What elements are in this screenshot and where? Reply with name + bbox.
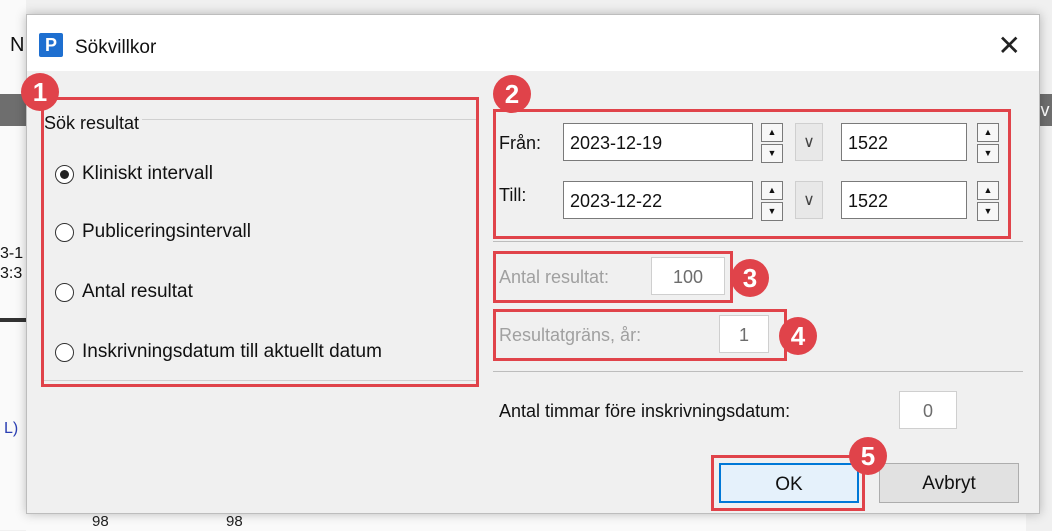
from-date-spinner[interactable]: ▲ ▼ <box>761 123 783 163</box>
badge-2: 2 <box>493 75 531 113</box>
separator <box>493 371 1023 372</box>
background-cell-1: 98 <box>92 513 109 530</box>
result-limit-input[interactable]: 1 <box>719 315 769 353</box>
background-fragment: 3-1 3:3 <box>0 244 23 284</box>
from-time-input[interactable]: 1522 <box>841 123 967 161</box>
search-result-group-label: Sök resultat <box>41 113 143 134</box>
background-fragment-2: 3:3 <box>0 265 23 282</box>
background-bottom-row: 98 98 <box>26 512 1026 531</box>
spin-up-icon[interactable]: ▲ <box>977 181 999 200</box>
badge-5: 5 <box>849 437 887 475</box>
spin-down-icon[interactable]: ▼ <box>761 144 783 163</box>
radio-unchecked-icon[interactable] <box>55 342 74 362</box>
radio-label: Antal resultat <box>82 281 193 302</box>
background-right-bar: v <box>1038 94 1052 126</box>
hours-before-input[interactable]: 0 <box>899 391 957 429</box>
to-time-input[interactable]: 1522 <box>841 181 967 219</box>
spin-up-icon[interactable]: ▲ <box>761 181 783 200</box>
to-time-spinner[interactable]: ▲ ▼ <box>977 181 999 221</box>
background-line <box>0 318 26 322</box>
background-cell-2: 98 <box>226 513 243 530</box>
close-icon[interactable]: ✕ <box>998 29 1021 62</box>
background-letter: N <box>10 34 25 56</box>
app-icon: P <box>39 33 63 57</box>
from-date-input[interactable]: 2023-12-19 <box>563 123 753 161</box>
from-date-calendar-dropdown[interactable]: ∨ <box>795 123 823 161</box>
to-label: Till: <box>499 185 527 205</box>
spin-up-icon[interactable]: ▲ <box>977 123 999 142</box>
spin-down-icon[interactable]: ▼ <box>977 144 999 163</box>
radio-checked-icon[interactable] <box>55 164 74 184</box>
background-fragment-1: 3-1 <box>0 245 24 262</box>
from-time-spinner[interactable]: ▲ ▼ <box>977 123 999 163</box>
title-bar: P Sökvillkor ✕ <box>27 15 1039 71</box>
radio-admission-date[interactable]: Inskrivningsdatum till aktuellt datum <box>55 341 382 363</box>
radio-publication-interval[interactable]: Publiceringsintervall <box>55 221 251 243</box>
badge-4: 4 <box>779 317 817 355</box>
cancel-button[interactable]: Avbryt <box>879 463 1019 503</box>
badge-3: 3 <box>731 259 769 297</box>
background-app: N 3-1 3:3 L) <box>0 0 26 530</box>
radio-label: Publiceringsintervall <box>82 221 251 242</box>
result-limit-label: Resultatgräns, år: <box>499 325 642 345</box>
radio-label: Inskrivningsdatum till aktuellt datum <box>82 341 382 362</box>
from-label: Från: <box>499 133 542 153</box>
spin-down-icon[interactable]: ▼ <box>761 202 783 221</box>
radio-unchecked-icon[interactable] <box>55 282 74 302</box>
result-count-input[interactable]: 100 <box>651 257 725 295</box>
separator <box>493 241 1023 242</box>
result-count-label: Antal resultat: <box>499 267 610 287</box>
ok-button[interactable]: OK <box>719 463 859 503</box>
background-fragment-3: L) <box>4 420 19 437</box>
search-conditions-dialog: P Sökvillkor ✕ Sök resultat Kliniskt int… <box>21 14 1040 514</box>
radio-unchecked-icon[interactable] <box>55 222 74 242</box>
to-date-calendar-dropdown[interactable]: ∨ <box>795 181 823 219</box>
radio-label: Kliniskt intervall <box>82 163 213 184</box>
to-date-input[interactable]: 2023-12-22 <box>563 181 753 219</box>
spin-down-icon[interactable]: ▼ <box>977 202 999 221</box>
hours-before-label: Antal timmar före inskrivningsdatum: <box>499 401 791 421</box>
badge-1: 1 <box>21 73 59 111</box>
to-date-spinner[interactable]: ▲ ▼ <box>761 181 783 221</box>
radio-clinical-interval[interactable]: Kliniskt intervall <box>55 163 213 185</box>
dialog-title: Sökvillkor <box>75 37 157 58</box>
radio-result-count[interactable]: Antal resultat <box>55 281 193 303</box>
spin-up-icon[interactable]: ▲ <box>761 123 783 142</box>
